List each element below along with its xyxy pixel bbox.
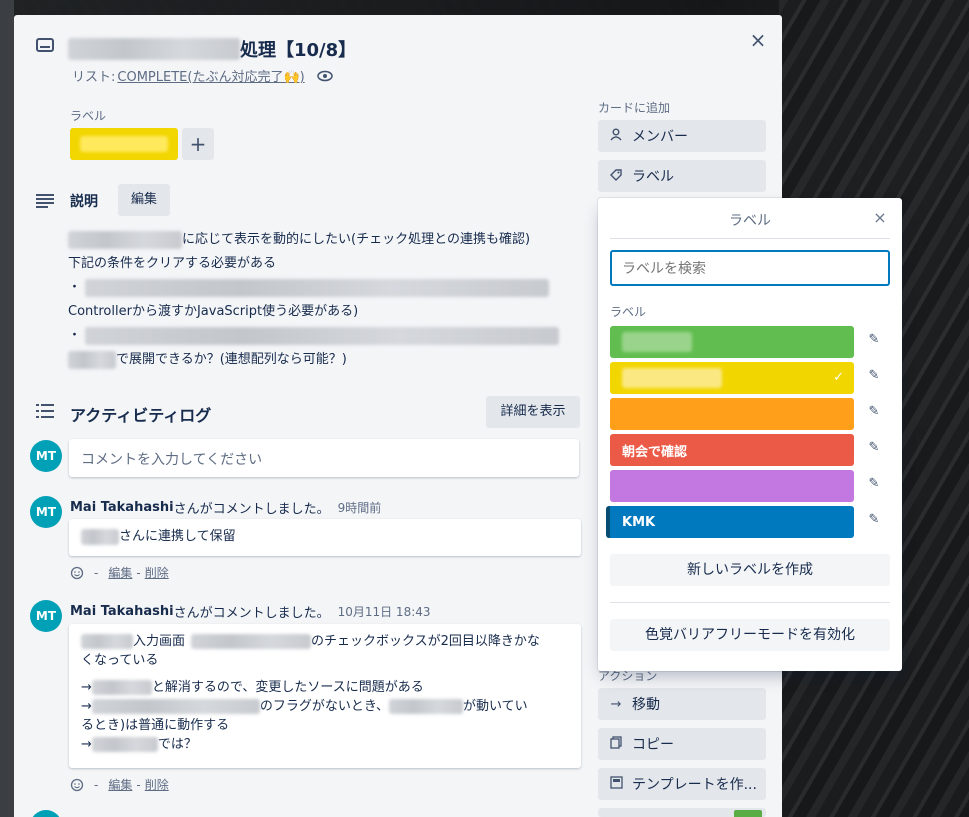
arrow-right-icon: → bbox=[610, 696, 622, 712]
divider bbox=[610, 602, 890, 603]
redacted-text bbox=[81, 634, 133, 649]
close-icon[interactable]: × bbox=[870, 208, 890, 227]
comment-input[interactable]: コメントを入力してください bbox=[69, 439, 579, 477]
comment-line: るとき)は普通に動作する bbox=[81, 718, 230, 733]
labels-button[interactable]: ラベル bbox=[598, 160, 766, 192]
comment-line: 入力画面 のチェックボックスが2回目以降きかな bbox=[81, 632, 569, 651]
activity-icon bbox=[36, 404, 54, 418]
redacted-text bbox=[80, 136, 168, 152]
description-line: ・ bbox=[68, 276, 559, 300]
members-button[interactable]: メンバー bbox=[598, 120, 766, 152]
comment-time[interactable]: 9時間前 bbox=[338, 499, 382, 516]
comment-line: → のフラグがないとき、 が動いてい bbox=[81, 699, 528, 714]
pencil-icon[interactable]: ✎ bbox=[864, 476, 884, 496]
description-line: 下記の条件をクリアする必要がある bbox=[68, 256, 277, 271]
comment-header: Mai Takahashi さんがコメントしました。 10月11日 18:43 bbox=[70, 603, 431, 621]
description-body[interactable]: に応じて表示を動的にしたい(チェック処理との連携も確認) 下記の条件をクリアする… bbox=[68, 228, 560, 372]
edit-comment-link[interactable]: 編集 bbox=[108, 776, 132, 793]
label-option-yellow[interactable]: ✓ bbox=[610, 362, 854, 394]
pencil-icon[interactable]: ✎ bbox=[864, 368, 884, 388]
toggle-indicator bbox=[734, 810, 762, 817]
redacted-text bbox=[91, 699, 260, 714]
board-edge bbox=[0, 0, 14, 817]
template-icon bbox=[608, 775, 624, 793]
label-option-blue[interactable]: KMK bbox=[606, 506, 854, 538]
comment-time[interactable]: 10月11日 18:43 bbox=[338, 603, 431, 620]
edit-comment-link[interactable]: 編集 bbox=[108, 564, 132, 581]
delete-comment-link[interactable]: 削除 bbox=[145, 776, 169, 793]
pencil-icon[interactable]: ✎ bbox=[864, 512, 884, 532]
redacted-text bbox=[68, 231, 182, 249]
edit-description-button[interactable]: 編集 bbox=[118, 184, 170, 216]
description-icon bbox=[36, 194, 54, 208]
add-reaction-icon[interactable] bbox=[70, 566, 84, 580]
description-line: に応じて表示を動的にしたい(チェック処理との連携も確認) bbox=[68, 228, 559, 252]
comment-body: さんに連携して保留 bbox=[69, 519, 581, 556]
card-title[interactable]: 処理【10/8】 bbox=[68, 36, 356, 62]
comment-header: Mai Takahashi さんがコメントしました。 9時間前 bbox=[70, 499, 382, 517]
labels-section-heading: ラベル bbox=[610, 305, 647, 319]
labels-popover: ラベル × ラベル ✎ ✓ ✎ ✎ 朝会で確認 ✎ ✎ KMK ✎ 新しいラベル… bbox=[598, 198, 902, 671]
comment-line: → では？ bbox=[81, 737, 197, 752]
description-line: Controllerから渡すかJavaScript使う必要がある) bbox=[68, 304, 359, 319]
move-button[interactable]: → 移動 bbox=[598, 688, 766, 720]
avatar[interactable]: MT bbox=[30, 440, 62, 472]
comment-body: 入力画面 のチェックボックスが2回目以降きかな くなっている → と解消するので、変… bbox=[69, 624, 581, 768]
list-link[interactable]: COMPLETE(たぶん対応完了🙌) bbox=[117, 66, 304, 85]
card-label-yellow[interactable] bbox=[70, 128, 178, 160]
avatar[interactable]: MT bbox=[30, 496, 62, 528]
make-template-button[interactable]: テンプレートを作... bbox=[598, 768, 766, 800]
description-line: ・ bbox=[68, 324, 560, 348]
redacted-text bbox=[81, 528, 119, 545]
card-icon bbox=[36, 38, 54, 52]
check-icon: ✓ bbox=[833, 370, 844, 385]
colorblind-mode-button[interactable]: 色覚バリアフリーモードを有効化 bbox=[610, 619, 890, 651]
divider bbox=[610, 238, 890, 239]
show-details-button[interactable]: 詳細を表示 bbox=[486, 396, 580, 428]
comment-author[interactable]: Mai Takahashi bbox=[70, 604, 174, 619]
pencil-icon[interactable]: ✎ bbox=[864, 404, 884, 424]
tag-icon bbox=[608, 168, 624, 185]
redacted-text bbox=[68, 38, 240, 60]
comment-line: → と解消するので、変更したソースに問題がある bbox=[81, 680, 424, 695]
add-to-card-heading: カードに追加 bbox=[598, 101, 671, 115]
add-reaction-icon[interactable] bbox=[70, 778, 84, 792]
description-heading: 説明 bbox=[70, 194, 98, 210]
label-option-orange[interactable] bbox=[610, 398, 854, 430]
redacted-text bbox=[191, 634, 312, 649]
redacted-text bbox=[85, 279, 550, 297]
create-label-button[interactable]: 新しいラベルを作成 bbox=[610, 554, 890, 586]
redacted-text bbox=[389, 699, 463, 714]
popover-title: ラベル bbox=[729, 213, 771, 229]
avatar[interactable]: MT bbox=[30, 600, 62, 632]
add-label-button[interactable]: + bbox=[182, 128, 214, 160]
redacted-text bbox=[91, 737, 158, 752]
pencil-icon[interactable]: ✎ bbox=[864, 332, 884, 352]
comment-actions: - 編集 - 削除 bbox=[70, 564, 169, 581]
label-option-red[interactable]: 朝会で確認 bbox=[610, 434, 854, 466]
pencil-icon[interactable]: ✎ bbox=[864, 440, 884, 460]
label-option-green[interactable] bbox=[610, 326, 854, 358]
redacted-text bbox=[91, 680, 152, 695]
redacted-text bbox=[68, 351, 116, 369]
copy-button[interactable]: コピー bbox=[598, 728, 766, 760]
redacted-text bbox=[85, 327, 560, 345]
comment-actions: - 編集 - 削除 bbox=[70, 776, 169, 793]
comment-author[interactable]: Mai Takahashi bbox=[70, 500, 174, 515]
close-icon[interactable]: × bbox=[748, 30, 768, 50]
description-line: で展開できるか？(連想配列なら可能？) bbox=[68, 348, 559, 372]
redacted-text bbox=[622, 332, 692, 352]
copy-icon bbox=[608, 735, 624, 753]
person-icon bbox=[608, 128, 624, 145]
label-search-input[interactable] bbox=[610, 250, 890, 286]
redacted-text bbox=[622, 368, 722, 388]
activity-heading: アクティビティログ bbox=[70, 406, 212, 425]
labels-heading: ラベル bbox=[70, 109, 107, 123]
sidebar-button-partial[interactable] bbox=[598, 808, 766, 817]
label-option-purple[interactable] bbox=[610, 470, 854, 502]
watch-eye-icon[interactable] bbox=[316, 70, 333, 82]
list-info: リスト: COMPLETE(たぶん対応完了🙌) bbox=[72, 66, 333, 85]
comment-line: くなっている bbox=[81, 653, 159, 668]
delete-comment-link[interactable]: 削除 bbox=[145, 564, 169, 581]
